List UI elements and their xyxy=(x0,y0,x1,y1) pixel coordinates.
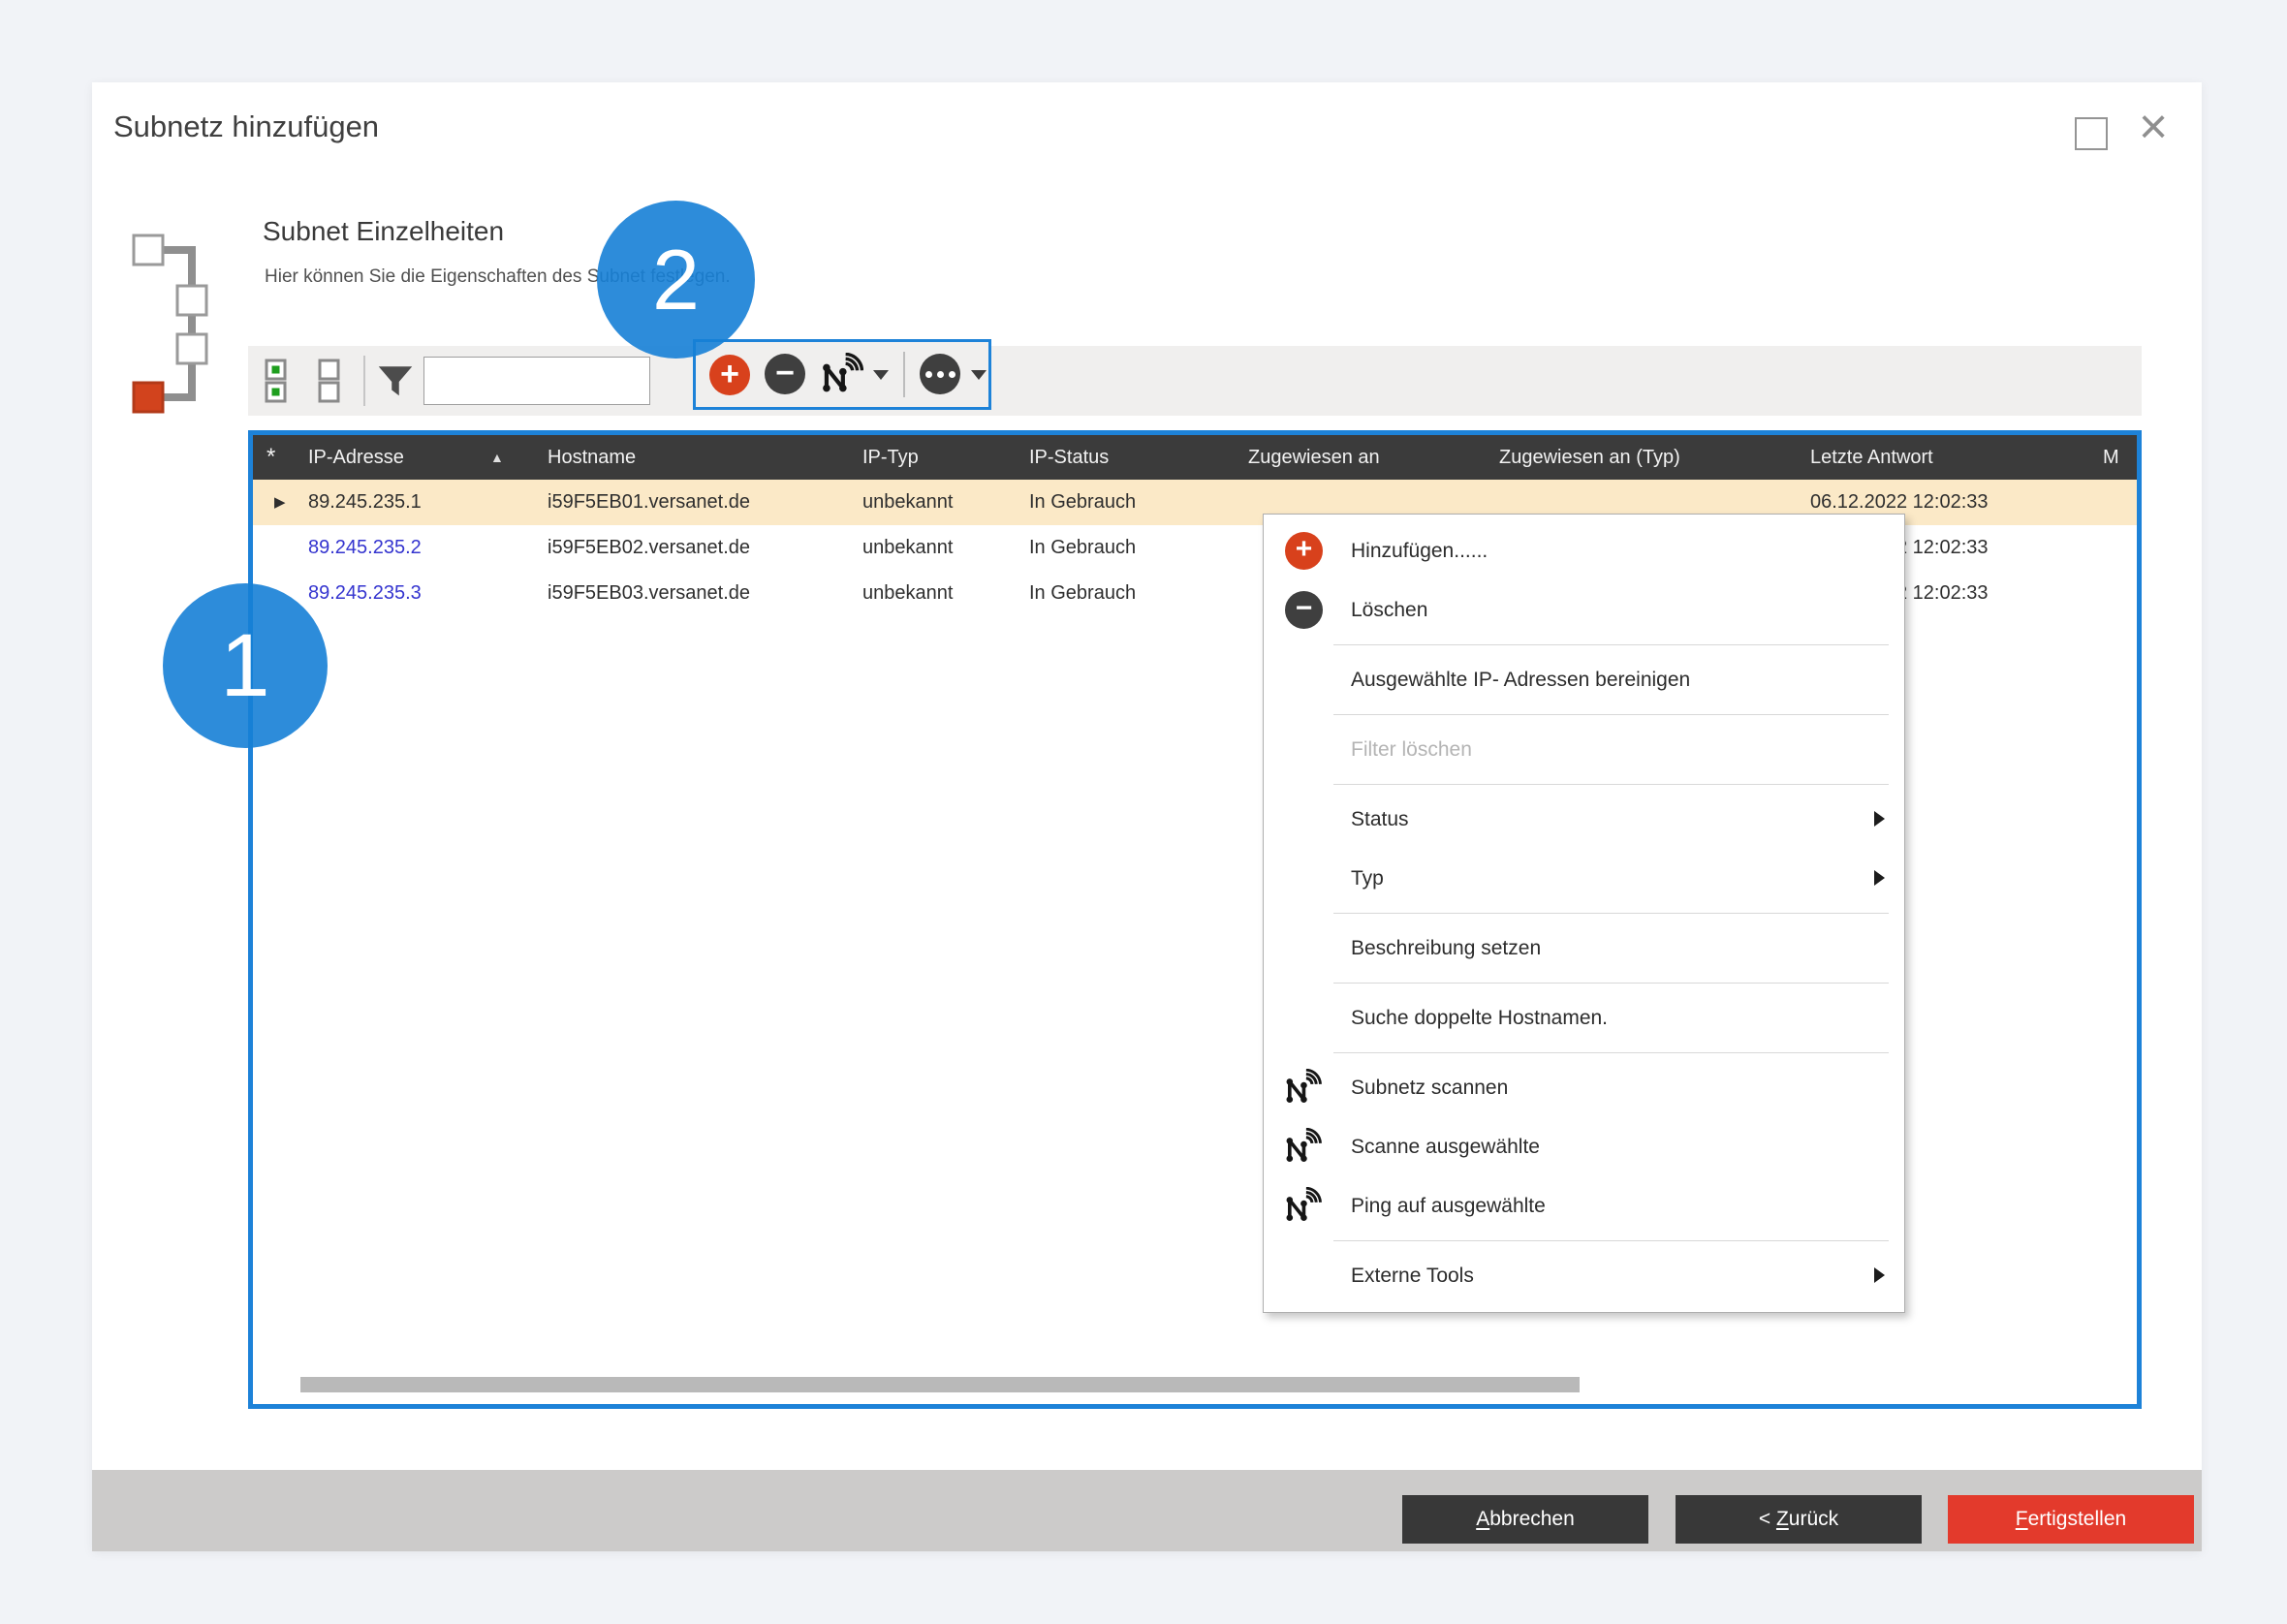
maximize-icon[interactable] xyxy=(2075,117,2108,150)
scan-dropdown-caret-icon[interactable] xyxy=(873,370,889,380)
menu-separator xyxy=(1333,983,1889,984)
wizard-steps-tree-icon xyxy=(126,228,233,422)
menu-separator xyxy=(1333,1052,1889,1053)
cell-ip-status: In Gebrauch xyxy=(1029,571,1136,616)
menu-item-status[interactable]: Status xyxy=(1264,790,1904,849)
column-header-zugewiesen-an-typ-[interactable]: Zugewiesen an (Typ) xyxy=(1499,435,1680,480)
cell-ip-status: In Gebrauch xyxy=(1029,480,1136,525)
add-subnet-dialog: Subnetz hinzufügen × Subnet Einzelheiten… xyxy=(92,82,2202,1551)
current-row-marker-icon: ▶ xyxy=(274,480,286,525)
cell-ip-typ: unbekannt xyxy=(862,480,953,525)
callout-badge-1: 1 xyxy=(163,583,328,748)
menu-separator xyxy=(1333,784,1889,785)
zurueck-button[interactable]: < Zurück xyxy=(1676,1495,1922,1544)
menu-item-label: Typ xyxy=(1351,867,1384,890)
cell-hostname: i59F5EB03.versanet.de xyxy=(548,571,750,616)
toolbar-divider xyxy=(363,356,365,406)
more-options-icon[interactable] xyxy=(920,354,960,394)
context-menu: + Hinzufügen...... − Löschen Ausgewählte IP-… xyxy=(1263,514,1905,1313)
menu-item-label: Löschen xyxy=(1351,599,1427,622)
menu-item-suche-doppelte-hostnamen[interactable]: Suche doppelte Hostnamen. xyxy=(1264,988,1904,1047)
column-header-letzte-antwort[interactable]: Letzte Antwort xyxy=(1810,435,1933,480)
submenu-arrow-icon xyxy=(1874,870,1885,886)
menu-item-label: Scanne ausgewählte xyxy=(1351,1136,1540,1159)
network-scan-icon xyxy=(1281,1069,1322,1107)
menu-item-ausgewählte-ip-adressen-bereinigen[interactable]: Ausgewählte IP- Adressen bereinigen xyxy=(1264,650,1904,709)
filter-input[interactable] xyxy=(423,357,650,405)
menu-item-hinzufügen[interactable]: + Hinzufügen...... xyxy=(1264,521,1904,580)
abbrechen-button[interactable]: Abbrechen xyxy=(1402,1495,1648,1544)
menu-item-beschreibung-setzen[interactable]: Beschreibung setzen xyxy=(1264,919,1904,978)
filter-funnel-icon[interactable] xyxy=(375,361,416,402)
menu-item-subnetz-scannen[interactable]: Subnetz scannen xyxy=(1264,1058,1904,1117)
cell-ip-adresse: 89.245.235.1 xyxy=(308,480,422,525)
fertigstellen-button[interactable]: Fertigstellen xyxy=(1948,1495,2194,1544)
list-toolbar: + − xyxy=(248,346,2142,416)
menu-item-label: Status xyxy=(1351,808,1409,831)
column-header-zugewiesen-an[interactable]: Zugewiesen an xyxy=(1248,435,1380,480)
submenu-arrow-icon xyxy=(1874,1267,1885,1283)
table-header-row: * IP-Adresse ▲ Hostname IP-Typ IP-Status Zuge… xyxy=(253,435,2137,480)
sort-ascending-icon[interactable]: ▲ xyxy=(490,435,504,480)
column-header-m[interactable]: M xyxy=(2103,435,2119,480)
menu-separator xyxy=(1333,913,1889,914)
menu-item-löschen[interactable]: − Löschen xyxy=(1264,580,1904,640)
column-header-ip-typ[interactable]: IP-Typ xyxy=(862,435,919,480)
menu-item-label: Subnetz scannen xyxy=(1351,1077,1508,1100)
menu-item-label: Filter löschen xyxy=(1351,738,1472,762)
cell-hostname: i59F5EB02.versanet.de xyxy=(548,525,750,571)
menu-item-label: Ping auf ausgewählte xyxy=(1351,1195,1546,1218)
cell-ip-adresse: 89.245.235.2 xyxy=(308,525,422,571)
menu-item-filter-löschen: Filter löschen xyxy=(1264,720,1904,779)
horizontal-scrollbar-thumb[interactable] xyxy=(300,1377,1580,1392)
network-scan-icon xyxy=(1281,1128,1322,1166)
group-divider xyxy=(903,352,905,397)
network-scan-icon[interactable] xyxy=(817,353,863,401)
menu-item-externe-tools[interactable]: Externe Tools xyxy=(1264,1246,1904,1305)
column-header-hostname[interactable]: Hostname xyxy=(548,435,636,480)
toolbar-highlighted-group: + − xyxy=(693,339,991,410)
row-selector-asterisk-icon[interactable]: * xyxy=(266,435,275,480)
menu-separator xyxy=(1333,644,1889,645)
column-header-ip-adresse[interactable]: IP-Adresse xyxy=(308,435,404,480)
menu-item-label: Ausgewählte IP- Adressen bereinigen xyxy=(1351,669,1690,692)
view-free-squares-icon[interactable] xyxy=(318,359,341,403)
view-occupied-squares-icon[interactable] xyxy=(265,359,288,403)
menu-item-scanne-ausgewählte[interactable]: Scanne ausgewählte xyxy=(1264,1117,1904,1176)
menu-item-label: Suche doppelte Hostnamen. xyxy=(1351,1007,1608,1030)
menu-item-ping-auf-ausgewählte[interactable]: Ping auf ausgewählte xyxy=(1264,1176,1904,1235)
network-scan-icon xyxy=(817,353,863,396)
menu-item-label: Hinzufügen...... xyxy=(1351,540,1488,563)
close-icon[interactable]: × xyxy=(2129,98,2177,156)
remove-circle-icon[interactable]: − xyxy=(765,354,805,394)
cell-ip-adresse: 89.245.235.3 xyxy=(308,571,422,616)
cell-ip-typ: unbekannt xyxy=(862,525,953,571)
add-circle-icon[interactable]: + xyxy=(709,355,750,395)
column-header-ip-status[interactable]: IP-Status xyxy=(1029,435,1109,480)
dialog-footer: Abbrechen < Zurück Fertigstellen xyxy=(92,1470,2202,1551)
menu-separator xyxy=(1333,714,1889,715)
more-dropdown-caret-icon[interactable] xyxy=(971,370,987,380)
menu-item-label: Externe Tools xyxy=(1351,1265,1474,1288)
network-scan-icon xyxy=(1281,1187,1322,1225)
remove-circle-icon: − xyxy=(1285,591,1323,629)
menu-separator xyxy=(1333,1240,1889,1241)
menu-item-typ[interactable]: Typ xyxy=(1264,849,1904,908)
dialog-title: Subnetz hinzufügen xyxy=(113,109,379,144)
cell-ip-typ: unbekannt xyxy=(862,571,953,616)
submenu-arrow-icon xyxy=(1874,811,1885,827)
menu-item-label: Beschreibung setzen xyxy=(1351,937,1541,960)
callout-badge-2: 2 xyxy=(597,201,755,359)
cell-ip-status: In Gebrauch xyxy=(1029,525,1136,571)
cell-hostname: i59F5EB01.versanet.de xyxy=(548,480,750,525)
add-circle-icon: + xyxy=(1285,532,1323,570)
step-heading: Subnet Einzelheiten xyxy=(263,216,504,247)
